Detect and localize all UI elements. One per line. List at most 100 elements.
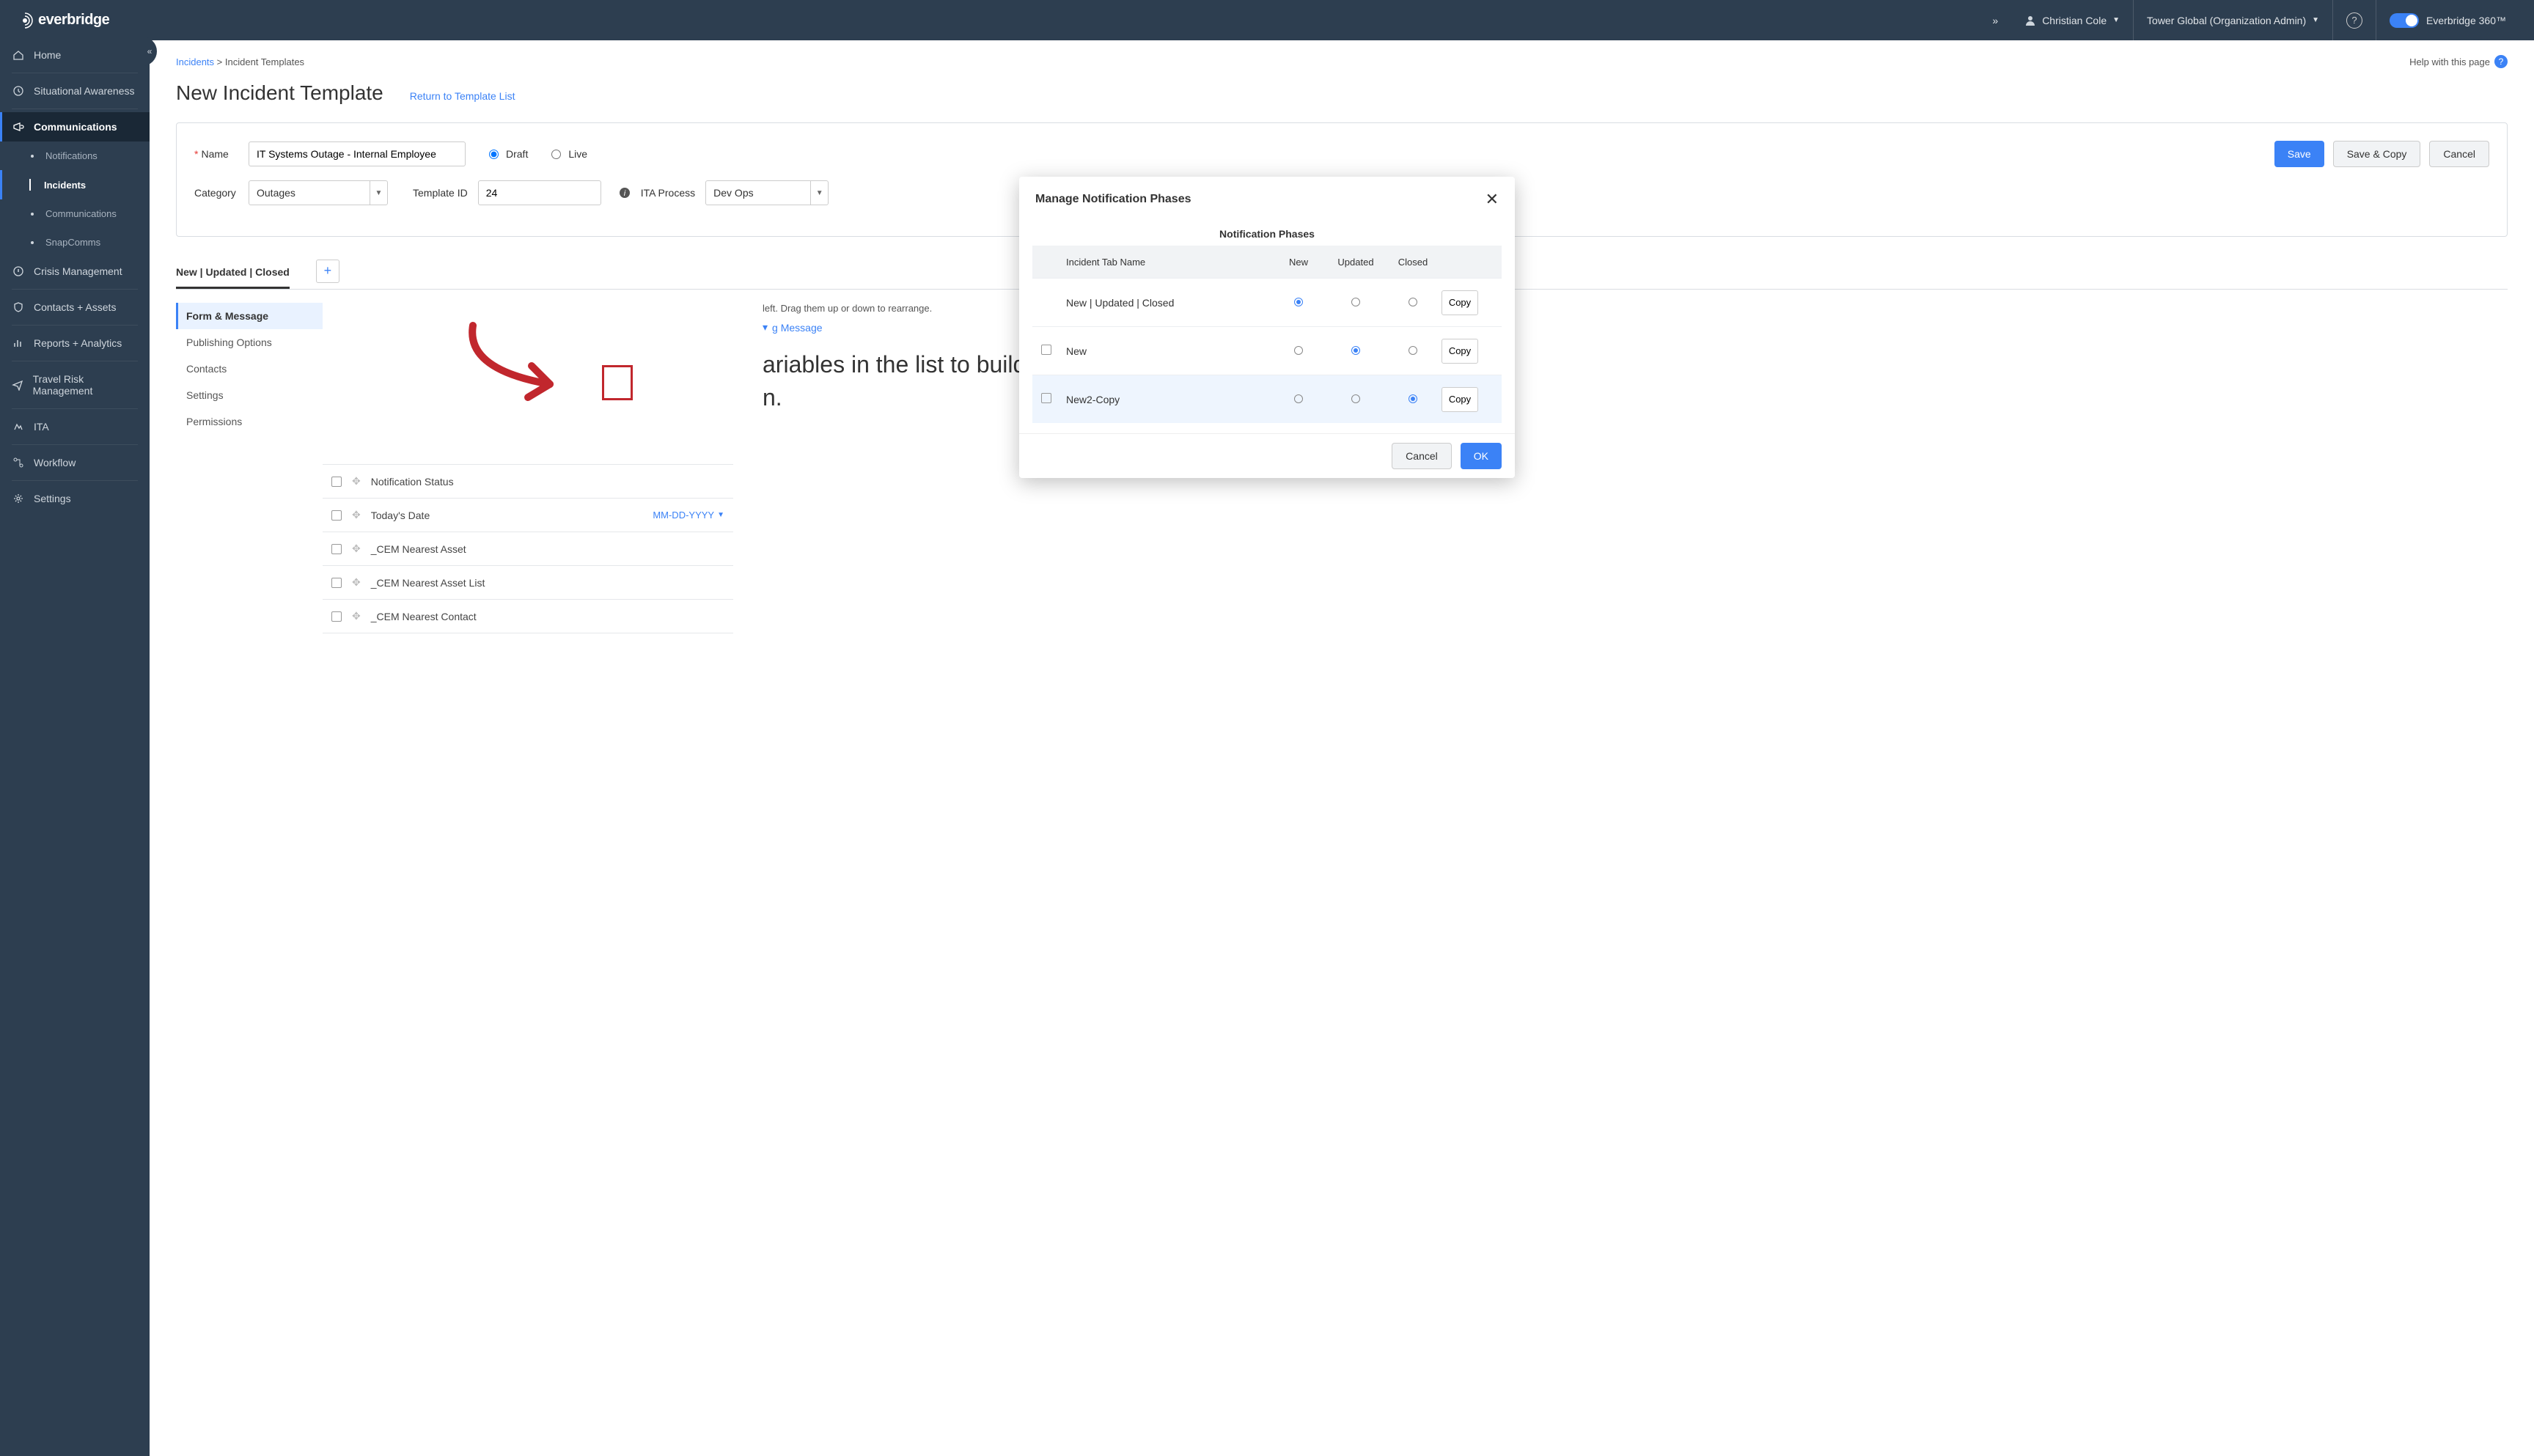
phase-radio-new[interactable] <box>1294 346 1303 355</box>
sidebar-item-label: Workflow <box>34 457 76 468</box>
drag-handle-icon[interactable]: ✥ <box>352 576 361 589</box>
user-menu[interactable]: Christian Cole ▼ <box>2011 0 2133 40</box>
variable-row: ✥ _CEM Nearest Contact <box>323 600 733 633</box>
copy-button[interactable]: Copy <box>1442 290 1478 315</box>
variable-checkbox[interactable] <box>331 611 342 622</box>
phase-radio-closed[interactable] <box>1409 346 1417 355</box>
drag-handle-icon[interactable]: ✥ <box>352 509 361 521</box>
sidebar-item-contacts-assets[interactable]: Contacts + Assets <box>0 293 150 322</box>
user-name: Christian Cole <box>2042 15 2107 26</box>
tab-phase[interactable]: New | Updated | Closed <box>176 257 290 289</box>
copy-button[interactable]: Copy <box>1442 387 1478 412</box>
modal-close-button[interactable]: ✕ <box>1485 190 1499 209</box>
drag-handle-icon[interactable]: ✥ <box>352 543 361 555</box>
modal-cancel-button[interactable]: Cancel <box>1392 443 1452 469</box>
sidebar-item-communications[interactable]: Communications <box>0 112 150 141</box>
section-nav-form-message[interactable]: Form & Message <box>176 303 323 329</box>
sidebar-item-label: Situational Awareness <box>34 85 135 97</box>
template-id-input[interactable] <box>478 180 601 205</box>
modal-ok-button[interactable]: OK <box>1461 443 1502 469</box>
phase-radio-new[interactable] <box>1294 394 1303 403</box>
sidebar-item-settings[interactable]: Settings <box>0 484 150 513</box>
sidebar-item-crisis-management[interactable]: Crisis Management <box>0 257 150 286</box>
variable-name: _CEM Nearest Contact <box>371 611 724 622</box>
return-link[interactable]: Return to Template List <box>410 90 515 102</box>
sidebar-item-communications[interactable]: Communications <box>0 199 150 228</box>
cancel-button[interactable]: Cancel <box>2429 141 2489 167</box>
sidebar-item-incidents[interactable]: Incidents <box>0 170 150 199</box>
sidebar-item-ita[interactable]: ITA <box>0 412 150 441</box>
row-checkbox[interactable] <box>1041 345 1051 355</box>
phase-radio-closed[interactable] <box>1409 298 1417 306</box>
gear-icon <box>12 493 25 504</box>
variable-name: Today's Date <box>371 510 643 521</box>
section-nav: Form & MessagePublishing OptionsContacts… <box>176 290 323 633</box>
draft-radio[interactable] <box>489 150 499 159</box>
phase-radio-updated[interactable] <box>1351 346 1360 355</box>
shield-icon <box>12 301 25 313</box>
section-nav-publishing-options[interactable]: Publishing Options <box>176 329 323 356</box>
sidebar-item-situational-awareness[interactable]: Situational Awareness <box>0 76 150 106</box>
phase-radio-updated[interactable] <box>1351 394 1360 403</box>
sidebar-item-travel-risk-management[interactable]: Travel Risk Management <box>0 364 150 405</box>
live-label: Live <box>568 148 587 160</box>
variable-row: ✥ Notification Status <box>323 465 733 499</box>
variable-checkbox[interactable] <box>331 544 342 554</box>
product-toggle[interactable]: Everbridge 360™ <box>2376 0 2519 40</box>
name-input[interactable] <box>249 141 466 166</box>
sidebar-item-reports-analytics[interactable]: Reports + Analytics <box>0 328 150 358</box>
message-panel: left. Drag them up or down to rearrange.… <box>733 290 2508 633</box>
sidebar-item-label: Communications <box>45 208 117 219</box>
phase-table-header: Incident Tab Name New Updated Closed <box>1032 246 1502 278</box>
tab-name: New <box>1066 345 1270 357</box>
copy-button[interactable]: Copy <box>1442 339 1478 364</box>
phase-radio-closed[interactable] <box>1409 394 1417 403</box>
phase-radio-updated[interactable] <box>1351 298 1360 306</box>
header-help[interactable]: ? <box>2332 0 2376 40</box>
user-icon <box>2024 15 2036 26</box>
phase-row: New Copy <box>1032 326 1502 375</box>
ita-process-select[interactable]: Dev Ops ▼ <box>705 180 829 205</box>
sidebar-item-label: Travel Risk Management <box>33 373 138 397</box>
section-nav-contacts[interactable]: Contacts <box>176 356 323 382</box>
section-nav-permissions[interactable]: Permissions <box>176 408 323 435</box>
breadcrumb: Incidents > Incident Templates <box>176 56 304 67</box>
category-select[interactable]: Outages ▼ <box>249 180 388 205</box>
caret-down-icon: ▼ <box>810 181 828 205</box>
toggle-switch[interactable] <box>2390 13 2419 28</box>
live-radio[interactable] <box>551 150 561 159</box>
drag-handle-icon[interactable]: ✥ <box>352 475 361 488</box>
section-nav-settings[interactable]: Settings <box>176 382 323 408</box>
save-button[interactable]: Save <box>2274 141 2324 167</box>
org-context-menu[interactable]: Tower Global (Organization Admin) ▼ <box>2133 0 2332 40</box>
phase-row: New2-Copy Copy <box>1032 375 1502 423</box>
sidebar-item-workflow[interactable]: Workflow <box>0 448 150 477</box>
drag-handle-icon[interactable]: ✥ <box>352 610 361 622</box>
breadcrumb-link[interactable]: Incidents <box>176 56 214 67</box>
sidebar-item-label: Settings <box>34 493 71 504</box>
variable-checkbox[interactable] <box>331 510 342 521</box>
brand-logo[interactable]: everbridge <box>15 6 109 35</box>
category-label: Category <box>194 187 238 199</box>
sidebar-item-home[interactable]: Home <box>0 40 150 70</box>
sidebar-item-label: Communications <box>34 121 117 133</box>
page-help-link[interactable]: Help with this page ? <box>2409 55 2508 68</box>
sidebar-item-snapcomms[interactable]: SnapComms <box>0 228 150 257</box>
sidebar-item-notifications[interactable]: Notifications <box>0 141 150 170</box>
ita-icon <box>12 421 25 433</box>
caret-down-icon: ▼ <box>2112 16 2120 24</box>
header-expand-icon[interactable]: » <box>1979 0 2011 40</box>
save-copy-button[interactable]: Save & Copy <box>2333 141 2421 167</box>
variable-checkbox[interactable] <box>331 477 342 487</box>
row-checkbox[interactable] <box>1041 393 1051 403</box>
info-icon[interactable]: i <box>619 187 631 199</box>
add-tab-button[interactable]: + <box>316 260 339 283</box>
date-format-select[interactable]: MM-DD-YYYY ▼ <box>653 510 724 521</box>
sidebar-item-label: Reports + Analytics <box>34 337 122 349</box>
help-icon: ? <box>2494 55 2508 68</box>
phase-radio-new[interactable] <box>1294 298 1303 306</box>
brand-icon <box>15 10 35 31</box>
template-id-label: Template ID <box>413 187 468 199</box>
variable-checkbox[interactable] <box>331 578 342 588</box>
name-label: *Name <box>194 148 238 160</box>
